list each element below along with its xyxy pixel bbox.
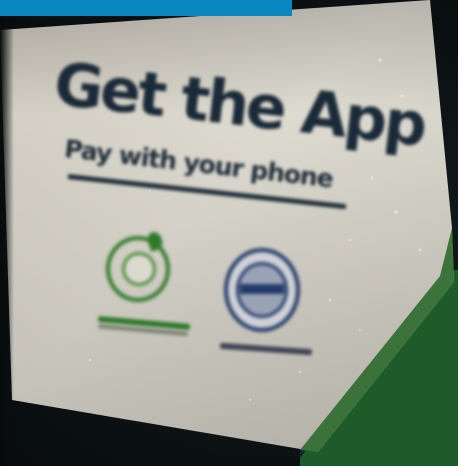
navy-circular-seal-icon	[224, 248, 304, 336]
sticker-headline: Get the App	[50, 49, 429, 161]
top-blue-bar	[0, 0, 292, 16]
photo-scene: Get the App Pay with your phone	[0, 0, 458, 466]
left-shadow	[0, 0, 14, 466]
blue-background-corner	[300, 270, 458, 466]
right-logo-caption	[219, 342, 313, 356]
green-circular-seal-icon	[104, 230, 178, 316]
